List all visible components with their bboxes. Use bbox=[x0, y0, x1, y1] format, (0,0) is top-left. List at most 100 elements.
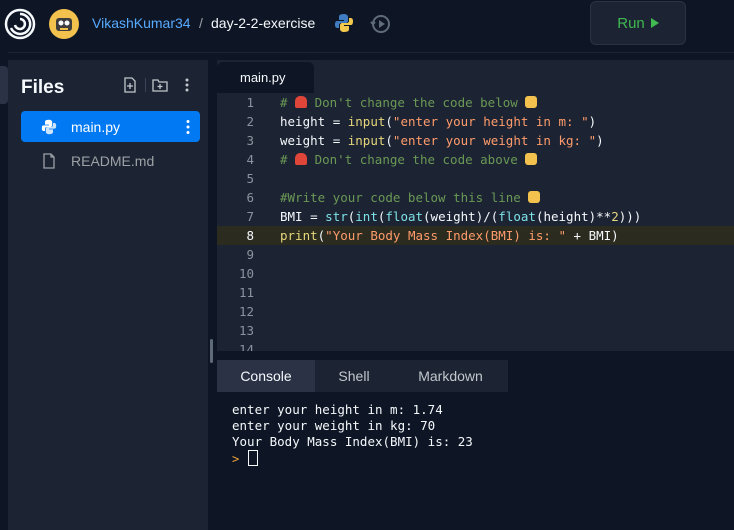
code-token: weight bbox=[280, 133, 333, 148]
code-token: (height)** bbox=[535, 209, 612, 224]
file-name: main.py bbox=[71, 119, 121, 135]
code-token: # bbox=[280, 152, 296, 167]
run-button[interactable]: Run bbox=[590, 1, 686, 45]
repl-name[interactable]: day-2-2-exercise bbox=[211, 15, 315, 31]
code-text: height = input("enter your height in m: … bbox=[280, 112, 596, 131]
line-number: 8 bbox=[246, 228, 254, 243]
file-name: README.md bbox=[71, 153, 155, 169]
siren-emoji-icon bbox=[295, 153, 308, 165]
line-number: 13 bbox=[238, 323, 254, 338]
new-file-icon[interactable] bbox=[122, 77, 138, 93]
line-number: 12 bbox=[238, 304, 254, 319]
console-output[interactable]: enter your height in m: 1.74 enter your … bbox=[217, 392, 734, 530]
code-token: print bbox=[280, 228, 318, 243]
code-token: = bbox=[332, 133, 348, 148]
tab-markdown[interactable]: Markdown bbox=[393, 360, 508, 392]
code-token: + BMI) bbox=[566, 228, 619, 243]
code-token: float bbox=[498, 209, 536, 224]
username-link[interactable]: VikashKumar34 bbox=[92, 15, 191, 31]
code-token: input bbox=[347, 133, 386, 148]
code-line[interactable]: 12 bbox=[217, 302, 734, 321]
code-token: 2 bbox=[611, 209, 619, 224]
line-number: 2 bbox=[246, 114, 254, 129]
pane-resize-handle[interactable] bbox=[210, 339, 213, 363]
code-line[interactable]: 9 bbox=[217, 245, 734, 264]
code-text: weight = input("enter your weight in kg:… bbox=[280, 131, 604, 150]
line-number: 11 bbox=[238, 285, 254, 300]
code-token: Don't change the code above bbox=[307, 152, 526, 167]
line-number: 6 bbox=[246, 190, 254, 205]
code-token: ) bbox=[596, 133, 604, 148]
avatar[interactable] bbox=[49, 9, 79, 39]
code-line[interactable]: 5 bbox=[217, 169, 734, 188]
console-cursor[interactable] bbox=[248, 450, 258, 466]
left-rail bbox=[0, 52, 8, 530]
sidebar-menu-icon[interactable] bbox=[183, 77, 191, 93]
console-line: enter your weight in kg: 70 bbox=[232, 418, 436, 433]
code-token: int bbox=[355, 209, 378, 224]
run-button-label: Run bbox=[617, 14, 645, 32]
code-text: # Don't change the code below bbox=[280, 93, 538, 112]
file-menu-icon[interactable] bbox=[186, 119, 190, 135]
hand-emoji-icon bbox=[528, 191, 541, 203]
code-token: ( bbox=[385, 133, 393, 148]
hand-emoji-icon bbox=[525, 96, 538, 108]
line-number: 1 bbox=[246, 95, 254, 110]
siren-emoji-icon bbox=[295, 96, 308, 108]
code-token: "enter your height in m: " bbox=[392, 114, 589, 129]
code-text: #Write your code below this line bbox=[280, 188, 541, 207]
code-line[interactable]: 7 BMI = str(int(float(weight)/(float(heig… bbox=[217, 207, 734, 226]
code-token: (weight)/( bbox=[423, 209, 499, 224]
line-number: 7 bbox=[246, 209, 254, 224]
line-number: 3 bbox=[246, 133, 254, 148]
code-text: BMI = str(int(float(weight)/(float(heigh… bbox=[280, 207, 641, 226]
console-line: Your Body Mass Index(BMI) is: 23 bbox=[232, 434, 473, 449]
code-token: Don't change the code below bbox=[307, 95, 526, 110]
code-line[interactable]: 3 weight = input("enter your weight in kg… bbox=[217, 131, 734, 150]
play-icon bbox=[650, 18, 659, 28]
console-prompt-icon: > bbox=[232, 452, 240, 466]
code-editor[interactable]: 1 # Don't change the code below 2 height =… bbox=[217, 93, 734, 351]
python-icon bbox=[335, 14, 353, 32]
code-line[interactable]: 1 # Don't change the code below bbox=[217, 93, 734, 112]
line-number: 10 bbox=[238, 266, 254, 281]
line-number: 5 bbox=[246, 171, 254, 186]
code-line[interactable]: 14 bbox=[217, 340, 734, 351]
console-line: enter your height in m: 1.74 bbox=[232, 402, 443, 417]
history-icon[interactable] bbox=[370, 13, 392, 35]
hand-emoji-icon bbox=[525, 153, 538, 165]
tab-console[interactable]: Console bbox=[217, 360, 315, 392]
top-bar: VikashKumar34 / day-2-2-exercise Run bbox=[0, 0, 734, 53]
tab-main-py[interactable]: main.py bbox=[217, 62, 314, 93]
file-icon bbox=[43, 153, 55, 169]
replit-logo-icon[interactable] bbox=[4, 8, 36, 40]
code-line[interactable]: 2 height = input("enter your height in m:… bbox=[217, 112, 734, 131]
code-token: "enter your weight in kg: " bbox=[392, 133, 597, 148]
code-line[interactable]: 10 bbox=[217, 264, 734, 283]
code-token: #Write your code below this line bbox=[280, 190, 529, 205]
code-line[interactable]: 11 bbox=[217, 283, 734, 302]
code-token: = bbox=[332, 114, 348, 129]
file-item-readme-md[interactable]: README.md bbox=[21, 145, 200, 176]
code-line[interactable]: 4 # Don't change the code above bbox=[217, 150, 734, 169]
code-line[interactable]: 8 print("Your Body Mass Index(BMI) is: " … bbox=[217, 226, 734, 245]
code-token: input bbox=[347, 114, 386, 129]
code-token: = bbox=[310, 209, 326, 224]
code-token: ))) bbox=[618, 209, 642, 224]
code-token: float bbox=[385, 209, 424, 224]
python-icon bbox=[41, 119, 57, 135]
code-token: str bbox=[325, 209, 348, 224]
code-token: # bbox=[280, 95, 296, 110]
sidebar-divider bbox=[145, 78, 146, 92]
code-line[interactable]: 6 #Write your code below this line bbox=[217, 188, 734, 207]
file-item-main-py[interactable]: main.py bbox=[21, 111, 200, 142]
tab-label: main.py bbox=[240, 70, 286, 85]
code-line[interactable]: 13 bbox=[217, 321, 734, 340]
files-title: Files bbox=[21, 77, 65, 98]
files-rail-tab[interactable] bbox=[0, 66, 8, 104]
breadcrumb-separator: / bbox=[199, 15, 203, 31]
new-folder-icon[interactable] bbox=[152, 77, 168, 93]
code-token: "Your Body Mass Index(BMI) is: " bbox=[325, 228, 566, 243]
code-token: height bbox=[280, 114, 333, 129]
tab-shell[interactable]: Shell bbox=[315, 360, 393, 392]
